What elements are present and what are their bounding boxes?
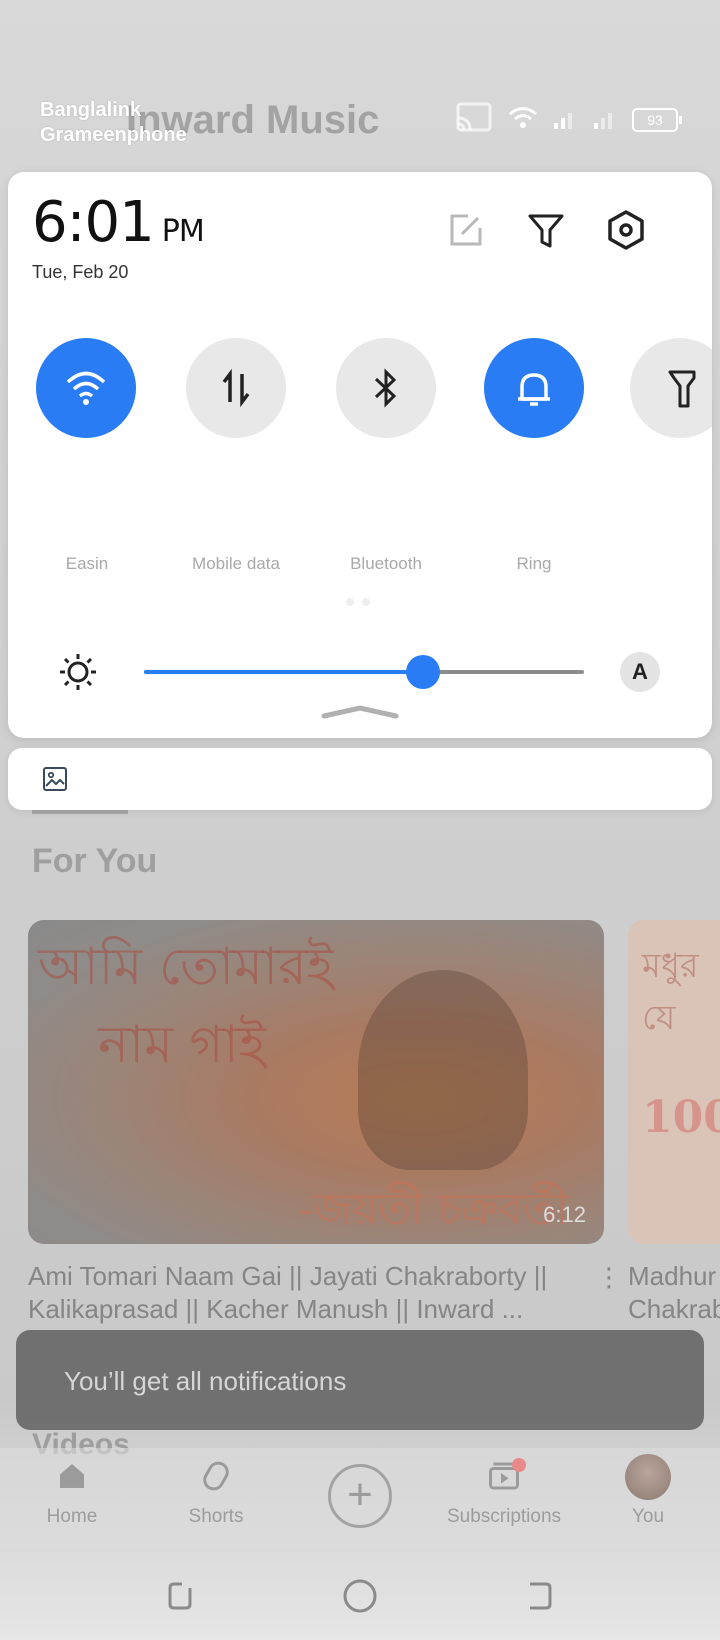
- home-icon: [12, 1448, 132, 1504]
- section-title-for-you: For You: [32, 842, 158, 880]
- toast-text: You’ll get all notifications: [64, 1366, 347, 1396]
- nav-label: Shorts: [188, 1506, 244, 1527]
- collapse-handle[interactable]: [320, 700, 400, 720]
- ring-tile[interactable]: [484, 338, 584, 438]
- nav-label: You: [631, 1506, 665, 1527]
- tile-label-bluetooth: Bluetooth: [350, 554, 422, 573]
- brightness-slider-thumb[interactable]: [406, 655, 441, 689]
- date[interactable]: Tue, Feb 20: [32, 262, 128, 283]
- avatar-wrapper: [588, 1448, 708, 1504]
- brightness-slider[interactable]: [144, 655, 584, 689]
- status-icons: 93: [454, 102, 682, 139]
- wifi-icon: [66, 371, 106, 405]
- video-title-line: Chakrab: [628, 1294, 720, 1324]
- create-button[interactable]: +: [328, 1464, 392, 1528]
- more-options-icon[interactable]: ⋮: [596, 1262, 622, 1293]
- settings-icon[interactable]: [604, 208, 648, 252]
- mobile-data-icon: [222, 368, 250, 408]
- nav-shorts[interactable]: Shorts: [156, 1448, 276, 1528]
- thumbnail-text: 100: [642, 1092, 720, 1143]
- tile-label-wifi: Easin: [65, 554, 109, 573]
- nav-you[interactable]: You: [588, 1448, 708, 1528]
- wifi-tile[interactable]: [36, 338, 136, 438]
- flashlight-icon: [668, 370, 696, 408]
- auto-brightness-button[interactable]: A: [620, 652, 660, 692]
- avatar: [625, 1454, 671, 1500]
- clock: 6:01 PM: [32, 190, 205, 255]
- video-duration: 6:12: [543, 1202, 586, 1227]
- page-dot: [362, 598, 370, 606]
- carrier-1: Banglalink: [40, 99, 142, 121]
- thumbnail-text: -জয়তী চক্রবর্তী: [298, 1184, 569, 1235]
- mobile-data-tile[interactable]: [186, 338, 286, 438]
- wifi-icon: [508, 105, 538, 136]
- thumbnail-text: আমি তোমারই: [38, 937, 334, 997]
- thumbnail-person: [358, 970, 528, 1170]
- tab-underline: [32, 810, 128, 814]
- toast: You’ll get all notifications: [16, 1330, 704, 1430]
- home-circle-icon[interactable]: [340, 1576, 380, 1616]
- video-title-line: Madhur: [628, 1261, 717, 1291]
- nav-label: Home: [46, 1506, 98, 1527]
- media-notification-card[interactable]: [8, 748, 712, 810]
- bluetooth-tile[interactable]: [336, 338, 436, 438]
- thumbnail-text: যে: [642, 998, 676, 1038]
- battery-icon: 93: [632, 108, 682, 132]
- thumbnail-text: নাম গাই: [98, 1015, 266, 1075]
- video-title-secondary[interactable]: Madhur Chakrab: [628, 1260, 720, 1326]
- image-icon: [42, 766, 68, 792]
- notification-dot: [512, 1458, 526, 1472]
- brightness-slider-fill: [144, 670, 424, 674]
- signal-icon: [552, 105, 578, 136]
- brightness-icon: [58, 652, 98, 692]
- bluetooth-icon: [374, 368, 397, 408]
- nav-home[interactable]: Home: [12, 1448, 132, 1528]
- page-dot: [346, 598, 354, 606]
- carrier-2: Grameenphone: [40, 124, 187, 146]
- system-nav-bar: [0, 1548, 720, 1640]
- cast-icon: [454, 102, 494, 139]
- edit-icon[interactable]: [444, 208, 488, 252]
- nav-label: Subscriptions: [446, 1506, 562, 1527]
- video-thumbnail[interactable]: আমি তোমারই নাম গাই -জয়তী চক্রবর্তী 6:12: [28, 920, 604, 1244]
- bell-icon: [518, 373, 550, 406]
- quick-settings-panel: 6:01 PM Tue, Feb 20 Easin Mobile data Blu…: [8, 172, 712, 738]
- carrier-labels: Banglalink Grameenphone: [40, 98, 187, 148]
- nav-subscriptions[interactable]: Subscriptions: [444, 1448, 564, 1528]
- clock-ampm: PM: [161, 214, 205, 249]
- subscriptions-icon: [444, 1448, 564, 1504]
- tile-label-mobile-data: Mobile data: [192, 554, 280, 573]
- thumbnail-text: মধুর: [642, 946, 699, 986]
- video-title[interactable]: Ami Tomari Naam Gai || Jayati Chakrabort…: [28, 1260, 568, 1326]
- clock-time: 6:01: [32, 190, 155, 255]
- recents-icon[interactable]: [160, 1576, 200, 1616]
- flashlight-tile[interactable]: [630, 338, 712, 438]
- shorts-icon: [156, 1448, 276, 1504]
- status-bar: Banglalink Grameenphone 93: [0, 0, 720, 160]
- video-thumbnail-secondary[interactable]: মধুর যে 100: [628, 920, 720, 1244]
- signal-icon: [592, 105, 618, 136]
- back-icon[interactable]: [520, 1576, 560, 1616]
- page-indicator: [346, 598, 370, 606]
- filter-icon[interactable]: [524, 208, 568, 252]
- tile-label-ring: Ring: [516, 554, 552, 573]
